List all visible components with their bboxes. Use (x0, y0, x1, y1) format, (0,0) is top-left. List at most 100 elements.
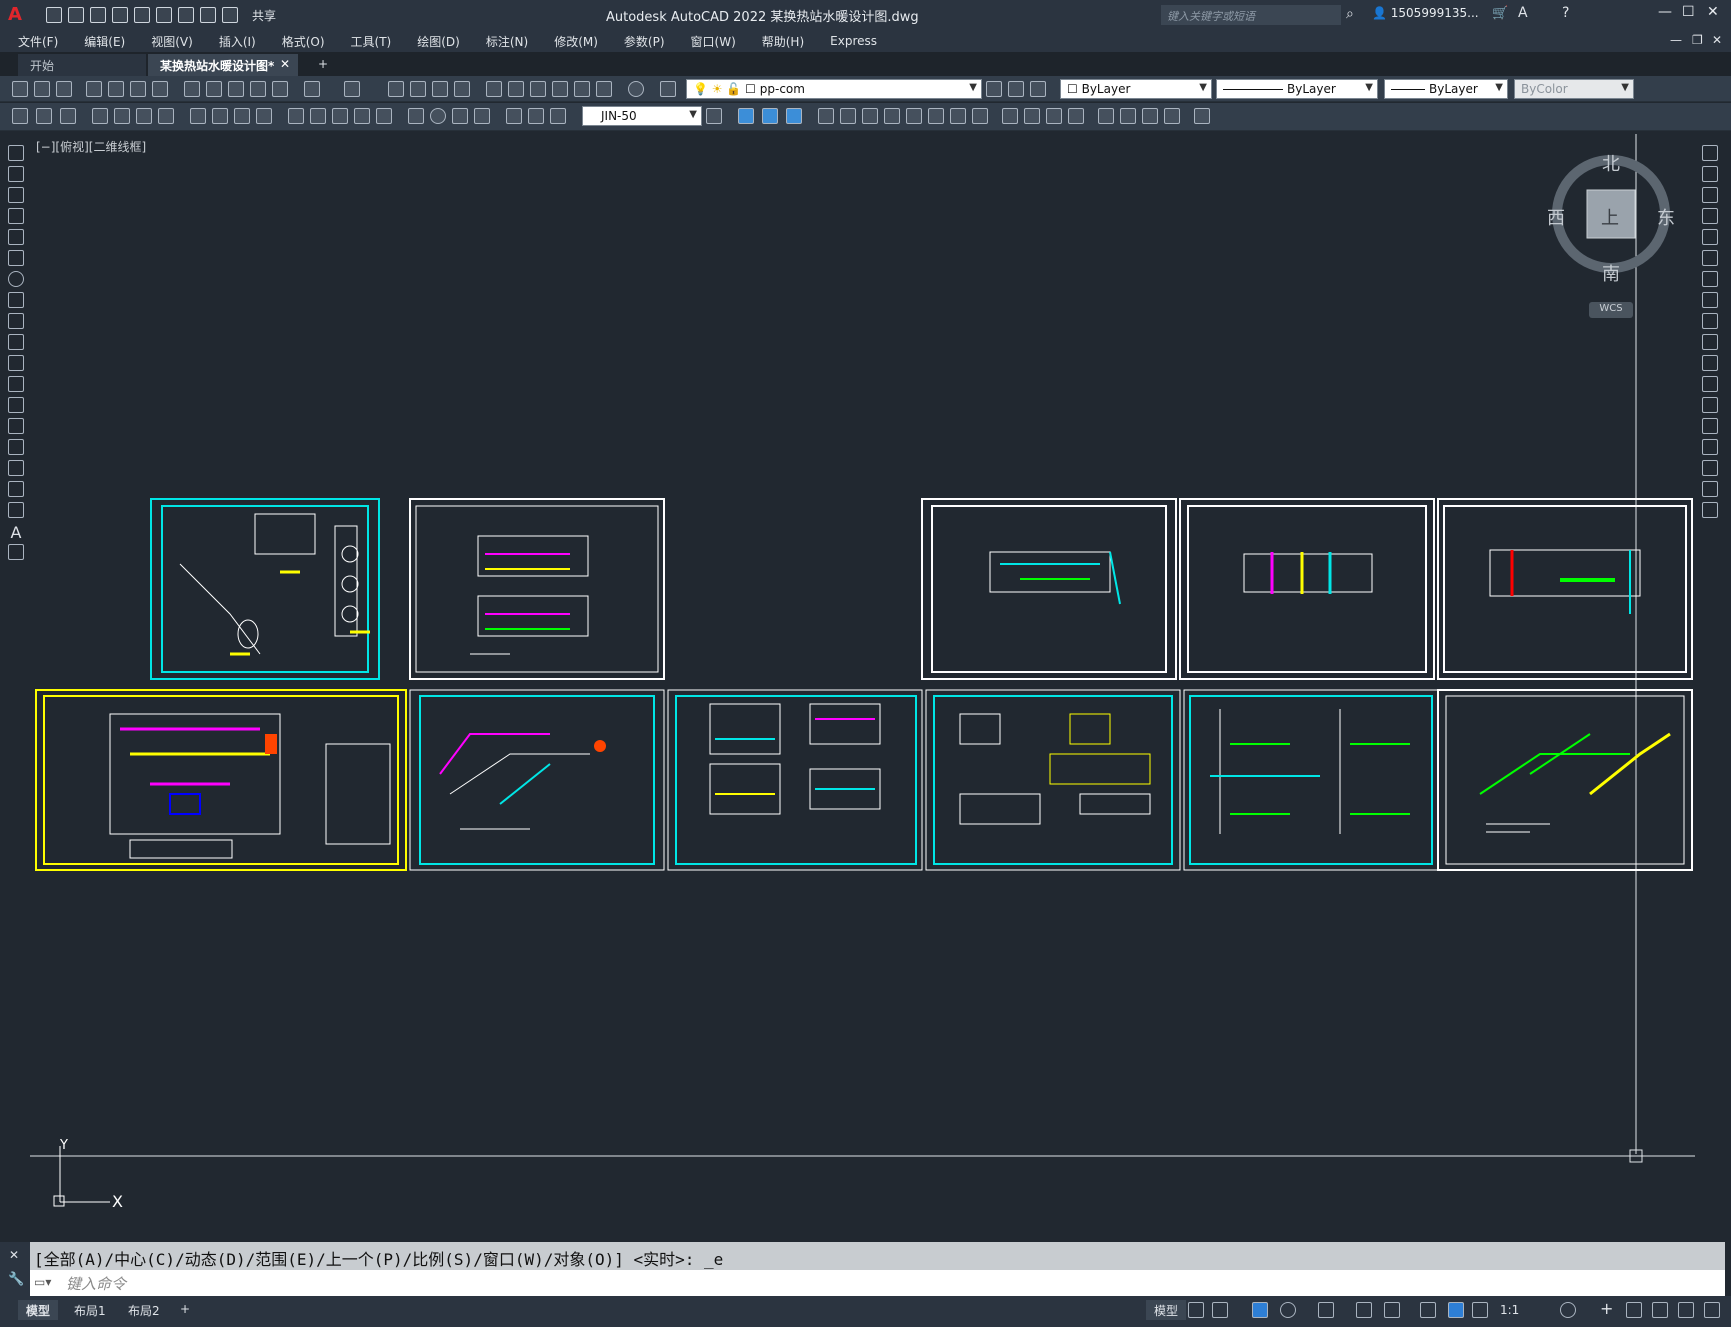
command-input[interactable]: ▭▾ 键入命令 (30, 1270, 1725, 1296)
workspace-gear-icon[interactable] (1560, 1302, 1576, 1318)
menu-insert[interactable]: 插入(I) (219, 33, 256, 50)
layer-properties-icon[interactable] (660, 81, 676, 97)
mtext-icon[interactable] (36, 108, 52, 124)
dimension-style-icon[interactable] (706, 108, 722, 124)
rectangle-icon[interactable] (8, 229, 24, 245)
polyline-icon[interactable] (8, 187, 24, 203)
close-command-line-icon[interactable]: ✕ (9, 1248, 19, 1262)
paste-icon[interactable] (228, 81, 244, 97)
viewcube-top-face[interactable]: 上 (1601, 204, 1619, 230)
clean-screen-icon[interactable] (1678, 1302, 1694, 1318)
auto-scale-icon[interactable] (1472, 1302, 1488, 1318)
sheet-set-icon[interactable] (552, 81, 568, 97)
break-icon[interactable] (1702, 397, 1718, 413)
text-edit-icon[interactable] (12, 108, 28, 124)
drawing-canvas[interactable] (30, 134, 1695, 1234)
close-button[interactable]: ✕ (1707, 4, 1719, 20)
command-prompt-icon[interactable]: ▭▾ (34, 1275, 51, 1289)
ellipse-arc-icon[interactable] (8, 355, 24, 371)
quick-dimension-icon[interactable] (288, 108, 304, 124)
copy-object-icon[interactable] (840, 108, 856, 124)
sheet-frame-1[interactable] (150, 498, 380, 680)
dimension-space-icon[interactable] (354, 108, 370, 124)
menu-window[interactable]: 窗口(W) (691, 33, 736, 50)
match-properties-icon[interactable] (250, 81, 266, 97)
save-icon[interactable] (56, 81, 72, 97)
tab-start[interactable]: 开始 (18, 54, 146, 76)
calculator-icon[interactable] (596, 81, 612, 97)
blend-curves-icon[interactable] (1702, 481, 1718, 497)
hatch-icon[interactable] (1002, 108, 1018, 124)
array-icon[interactable] (1702, 229, 1718, 245)
annotation-scale[interactable]: 1:1 (1500, 1303, 1519, 1317)
block-icon[interactable] (60, 108, 76, 124)
doc-restore-button[interactable]: ❐ (1692, 33, 1703, 47)
ortho-icon[interactable] (1252, 1302, 1268, 1318)
stretch-icon[interactable] (862, 108, 878, 124)
layer-previous-icon[interactable] (1008, 81, 1024, 97)
make-block-icon[interactable] (8, 397, 24, 413)
explode-icon[interactable] (1702, 502, 1718, 518)
dimension-edit-icon[interactable] (506, 108, 522, 124)
inspection-icon[interactable] (452, 108, 468, 124)
doc-close-button[interactable]: ✕ (1712, 33, 1722, 47)
viewport-controls[interactable]: [−][俯视][二维线框] (36, 138, 146, 155)
doc-minimize-button[interactable]: — (1670, 33, 1682, 47)
search-input[interactable]: 键入关键字或短语 (1161, 5, 1341, 25)
scale-icon[interactable] (1702, 292, 1718, 308)
region-icon[interactable] (8, 481, 24, 497)
attribute-icon[interactable] (1142, 108, 1158, 124)
open-web-icon[interactable] (134, 7, 150, 23)
properties-icon[interactable] (486, 81, 502, 97)
continue-dimension-icon[interactable] (332, 108, 348, 124)
offset-icon[interactable] (1702, 208, 1718, 224)
trim-icon[interactable] (950, 108, 966, 124)
model-space-toggle[interactable]: 模型 (1146, 1300, 1187, 1320)
menu-dimension[interactable]: 标注(N) (486, 33, 528, 50)
trim-icon[interactable] (1702, 334, 1718, 350)
grid-icon[interactable] (1188, 1302, 1204, 1318)
mirror-icon[interactable] (906, 108, 922, 124)
compass-west[interactable]: 西 (1547, 204, 1565, 230)
isolate-objects-icon[interactable] (1626, 1302, 1642, 1318)
menu-view[interactable]: 视图(V) (151, 33, 193, 50)
dimension-text-edit-icon[interactable] (528, 108, 544, 124)
ordinate-dimension-icon[interactable] (158, 108, 174, 124)
save-web-icon[interactable] (156, 7, 172, 23)
open-file-icon[interactable] (68, 7, 84, 23)
layout-tab-model[interactable]: 模型 (18, 1300, 59, 1320)
customize-icon[interactable]: 🔧 (8, 1272, 24, 1287)
annotation-visibility-icon[interactable] (1448, 1302, 1464, 1318)
line-icon[interactable] (8, 145, 24, 161)
menu-format[interactable]: 格式(O) (282, 33, 325, 50)
viewport-icon[interactable] (738, 108, 754, 124)
plotstyle-combo[interactable]: ByColor ▼ (1514, 79, 1634, 99)
block-editor-icon[interactable] (272, 81, 288, 97)
markup-icon[interactable] (574, 81, 590, 97)
add-selected-icon[interactable] (8, 544, 24, 560)
help-icon[interactable]: ? (1562, 5, 1569, 21)
extend-icon[interactable] (1702, 355, 1718, 371)
plot-preview-icon[interactable] (108, 81, 124, 97)
scale-icon[interactable] (928, 108, 944, 124)
save-as-icon[interactable] (112, 7, 128, 23)
lineweight-icon[interactable] (1420, 1302, 1436, 1318)
plot-icon[interactable] (86, 81, 102, 97)
3d-print-icon[interactable] (152, 81, 168, 97)
viewcube[interactable]: 北 南 西 东 上 WCS (1545, 140, 1695, 320)
rotate-icon[interactable] (1702, 271, 1718, 287)
undo-icon[interactable] (200, 7, 216, 23)
extend-icon[interactable] (972, 108, 988, 124)
sheet-frame-9[interactable] (925, 689, 1181, 871)
join-icon[interactable] (1702, 418, 1718, 434)
isometric-icon[interactable] (1318, 1302, 1334, 1318)
sheet-frame-10[interactable] (1183, 689, 1439, 871)
erase-icon[interactable] (1702, 145, 1718, 161)
sheet-frame-11[interactable] (1437, 689, 1693, 871)
publish-icon[interactable] (130, 81, 146, 97)
pan-icon[interactable] (388, 81, 404, 97)
search-icon[interactable]: ⌕ (1346, 6, 1354, 22)
linear-dimension-icon[interactable] (92, 108, 108, 124)
customization-icon[interactable] (1704, 1302, 1720, 1318)
gradient-icon[interactable] (8, 460, 24, 476)
